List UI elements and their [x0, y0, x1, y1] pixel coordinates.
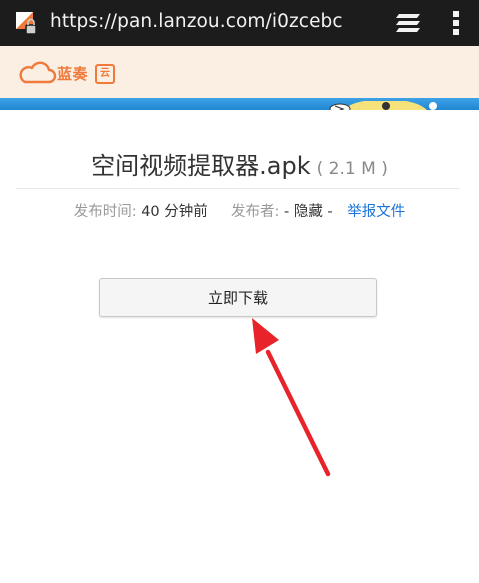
logo-badge: 云: [95, 64, 115, 84]
banner-strip: [0, 98, 479, 110]
file-title: 空间视频提取器.apk( 2.1 M ): [0, 146, 479, 181]
tabs-icon[interactable]: [396, 13, 420, 33]
site-header: 蓝奏 云: [0, 46, 479, 98]
red-arrow-annotation-icon: [252, 318, 331, 477]
browser-url-bar[interactable]: https://pan.lanzou.com/i0zcebc: [0, 0, 479, 46]
publish-time-value: 40 分钟前: [141, 204, 208, 220]
overflow-menu-icon[interactable]: [449, 10, 463, 36]
file-name: 空间视频提取器.apk: [91, 152, 311, 180]
report-file-link[interactable]: 举报文件: [347, 204, 405, 220]
site-favicon-lock-icon: [16, 12, 36, 34]
cloud-logo-icon[interactable]: [17, 61, 57, 85]
divider: [16, 188, 460, 189]
file-meta: 发布时间: 40 分钟前 发布者: - 隐藏 - 举报文件: [0, 200, 479, 221]
publisher-value: - 隐藏 -: [283, 204, 333, 220]
publish-time-label: 发布时间:: [73, 204, 137, 220]
publisher-label: 发布者:: [230, 204, 280, 220]
url-text[interactable]: https://pan.lanzou.com/i0zcebc: [50, 11, 343, 32]
file-size: ( 2.1 M ): [316, 159, 388, 179]
banner-cartoon-icon: [329, 99, 437, 110]
logo-text[interactable]: 蓝奏: [57, 63, 88, 84]
